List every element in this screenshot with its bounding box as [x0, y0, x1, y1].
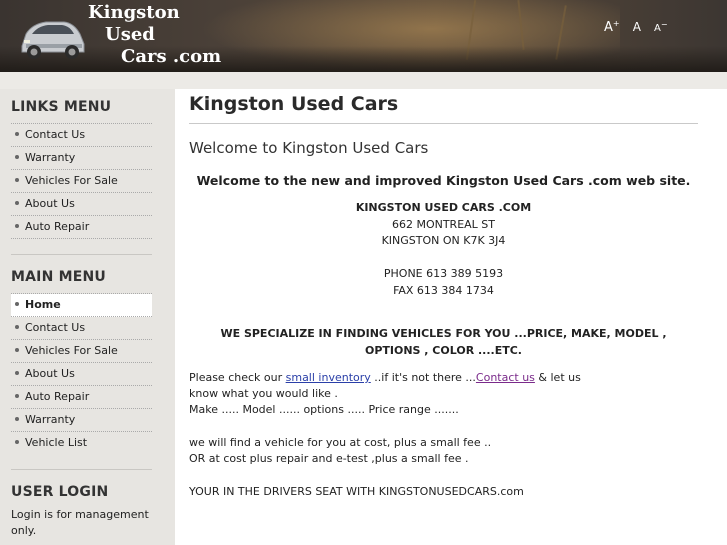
menu-item-label: About Us: [25, 197, 75, 210]
repair-line: OR at cost plus repair and e-test ,plus …: [189, 452, 469, 465]
bullet-icon: [15, 394, 19, 398]
bullet-icon: [15, 178, 19, 182]
logo-line: Kingston: [88, 2, 180, 23]
links-menu-item-vehicles-for-sale[interactable]: Vehicles For Sale: [11, 170, 152, 193]
bullet-icon: [15, 325, 19, 329]
main-menu-item-home[interactable]: Home: [11, 294, 152, 317]
menu-item-label: About Us: [25, 367, 75, 380]
specialize-line-2: OPTIONS , COLOR ....ETC.: [364, 344, 522, 357]
bullet-icon: [15, 132, 19, 136]
font-decrease-sup: −: [660, 19, 668, 29]
bullet-icon: [15, 155, 19, 159]
user-login-title: USER LOGIN: [11, 484, 109, 500]
menu-item-label: Vehicles For Sale: [25, 344, 118, 357]
menu-item-label: Vehicle List: [25, 436, 88, 449]
font-decrease-button[interactable]: A−: [654, 20, 668, 34]
main-menu-list: Home Contact Us Vehicles For Sale About …: [11, 293, 152, 454]
page-title: Kingston Used Cars: [189, 93, 399, 115]
menu-item-label: Auto Repair: [25, 220, 90, 233]
site-logo[interactable]: Kingston Used Cars .com: [88, 2, 221, 68]
small-inventory-link[interactable]: small inventory: [286, 371, 371, 384]
page-subtitle: Welcome to Kingston Used Cars: [189, 139, 429, 157]
sidebar: LINKS MENU Contact Us Warranty Vehicles …: [0, 89, 175, 545]
main-menu-item-auto-repair[interactable]: Auto Repair: [11, 386, 152, 409]
menu-item-label: Home: [25, 298, 61, 311]
check-suffix-text: & let us: [534, 371, 581, 384]
find-vehicle-line: we will find a vehicle for you at cost, …: [189, 436, 492, 449]
sidebar-divider: [11, 469, 152, 470]
make-model-line: Make ..... Model ...... options ..... Pr…: [189, 403, 459, 416]
font-size-controls: A+ A A−: [604, 16, 676, 35]
address-line-1: 662 MONTREAL ST: [391, 218, 496, 231]
main-menu-item-warranty[interactable]: Warranty: [11, 409, 152, 432]
drivers-seat-line: YOUR IN THE DRIVERS SEAT WITH KINGSTONUS…: [189, 485, 524, 498]
menu-item-label: Warranty: [25, 413, 76, 426]
font-increase-label: A: [604, 20, 613, 35]
main-menu-title: MAIN MENU: [11, 269, 106, 285]
company-name: KINGSTON USED CARS .COM: [355, 201, 532, 214]
specialize-line-1: WE SPECIALIZE IN FINDING VEHICLES FOR YO…: [220, 327, 667, 340]
phone-number: PHONE 613 389 5193: [383, 267, 504, 280]
contact-us-link[interactable]: Contact us: [476, 371, 535, 384]
bullet-icon: [15, 417, 19, 421]
menu-item-label: Warranty: [25, 151, 76, 164]
fax-number: FAX 613 384 1734: [393, 284, 494, 297]
car-logo-icon: [21, 21, 85, 59]
know-line: know what you would like .: [189, 387, 338, 400]
check-middle-text: ..if it's not there ...: [370, 371, 476, 384]
links-menu-item-warranty[interactable]: Warranty: [11, 147, 152, 170]
check-prefix-text: Please check our: [189, 371, 286, 384]
menu-item-label: Vehicles For Sale: [25, 174, 118, 187]
links-menu-item-auto-repair[interactable]: Auto Repair: [11, 216, 152, 239]
font-reset-button[interactable]: A: [633, 20, 641, 34]
title-divider: [189, 123, 698, 124]
font-decrease-label: A: [654, 23, 661, 34]
main-menu-item-vehicles-for-sale[interactable]: Vehicles For Sale: [11, 340, 152, 363]
links-menu-title: LINKS MENU: [11, 99, 112, 115]
menu-item-label: Contact Us: [25, 321, 86, 334]
bullet-icon: [15, 302, 19, 306]
welcome-text: Welcome to the new and improved Kingston…: [196, 173, 691, 188]
logo-line: Used: [105, 24, 155, 45]
main-menu-item-about-us[interactable]: About Us: [11, 363, 152, 386]
main-menu-item-contact-us[interactable]: Contact Us: [11, 317, 152, 340]
font-increase-sup: +: [612, 18, 620, 28]
menu-item-label: Auto Repair: [25, 390, 90, 403]
site-header: Kingston Used Cars .com A+ A A−: [0, 0, 727, 72]
bullet-icon: [15, 224, 19, 228]
logo-line: Cars .com: [121, 46, 222, 67]
bullet-icon: [15, 201, 19, 205]
font-increase-button[interactable]: A+: [604, 19, 620, 35]
address-line-2: KINGSTON ON K7K 3J4: [381, 234, 506, 247]
sidebar-divider: [11, 254, 152, 255]
links-menu-item-about-us[interactable]: About Us: [11, 193, 152, 216]
header-strip: [0, 72, 727, 89]
check-inventory-line: Please check our small inventory ..if it…: [189, 371, 581, 384]
bullet-icon: [15, 440, 19, 444]
main-menu-item-vehicle-list[interactable]: Vehicle List: [11, 432, 152, 454]
bullet-icon: [15, 348, 19, 352]
links-menu-list: Contact Us Warranty Vehicles For Sale Ab…: [11, 123, 152, 239]
user-login-text: Login is for management only.: [11, 508, 149, 537]
links-menu-item-contact-us[interactable]: Contact Us: [11, 124, 152, 147]
bullet-icon: [15, 371, 19, 375]
menu-item-label: Contact Us: [25, 128, 86, 141]
